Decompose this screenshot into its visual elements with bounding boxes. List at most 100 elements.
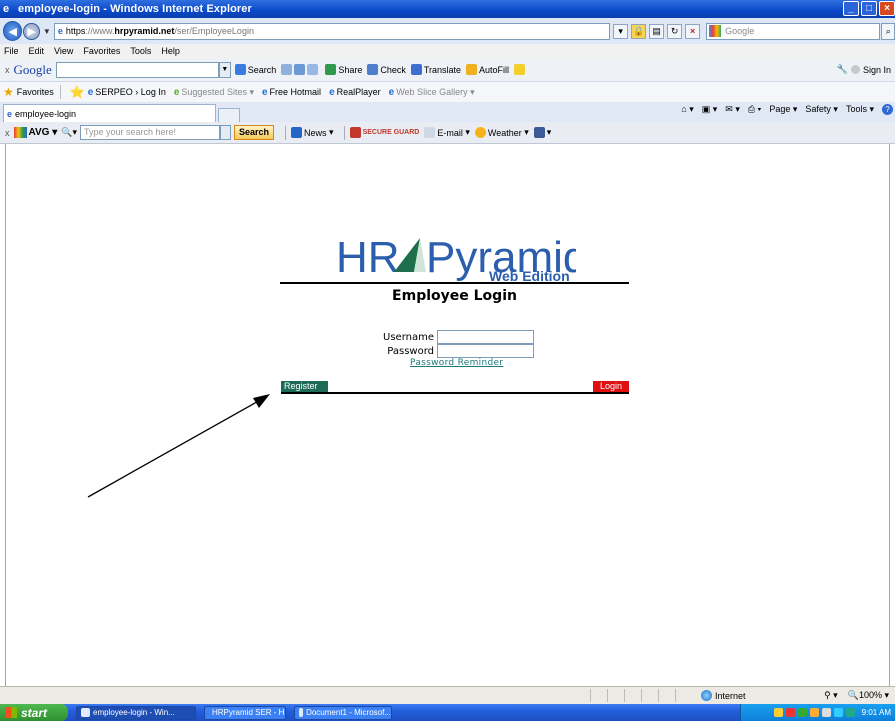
mail-icon[interactable]: ✉ ▾ [725,104,740,115]
favorites-star-icon[interactable]: ★ [3,85,14,99]
shield-icon [349,127,361,138]
avg-secure-guard-button[interactable]: SECURE GUARD [349,127,419,138]
login-button[interactable]: Login [593,381,629,392]
ie-page-icon: e [261,86,268,98]
history-dropdown-icon[interactable]: ▼ [43,27,51,36]
tools-menu-label: Tools [845,104,867,114]
home-icon[interactable]: ⌂ ▾ [681,104,693,115]
menu-view[interactable]: View [54,46,73,56]
refresh-icon[interactable]: ↻ [667,23,683,39]
favorite-web-slice-gallery[interactable]: e Web Slice Gallery ▾ [389,87,475,98]
menu-file[interactable]: File [4,46,19,56]
forward-button[interactable]: ▶ [23,22,40,40]
protected-mode-icon[interactable]: ⚲ ▾ [824,690,838,701]
google-toolbar: x Google ▼ Search Share Check Translate … [0,58,895,82]
sign-in-button[interactable]: 🔧 Sign In [837,64,891,75]
avg-email-button[interactable]: E-mail ▾ [424,127,470,138]
avg-search-button[interactable]: Search [233,125,275,140]
add-favorite-icon[interactable]: ⭐ [70,85,85,99]
avg-toolbar: x AVG ▾ 🔍▾ Type your search here! Search… [0,122,895,144]
register-button[interactable]: Register [281,381,328,392]
page-menu[interactable]: Page ▾ [769,104,797,115]
zoom-button[interactable]: 🔍100% ▾ [848,690,889,701]
translate-label: Translate [423,64,462,75]
tray-icon-volume[interactable] [821,708,831,717]
close-toolbar-icon[interactable]: x [5,65,10,75]
zoom-level: 100% [858,690,882,700]
google-search-button[interactable]: Search [234,64,276,75]
stop-icon[interactable]: × [685,23,701,39]
spellcheck-icon [367,64,379,75]
print-icon[interactable]: ⎙ ▾ [748,104,761,115]
tray-icon-update[interactable] [809,708,819,717]
tray-icon-display[interactable] [845,708,855,717]
tab-employee-login[interactable]: e employee-login [3,104,216,122]
command-bar: ⌂ ▾ ▣ ▾ ✉ ▾ ⎙ ▾ Page ▾ Safety ▾ Tools ▾ … [681,104,893,115]
avg-weather-button[interactable]: Weather ▾ [474,127,529,138]
bookmark-icon [281,64,293,75]
start-button[interactable]: start [0,704,68,721]
translate-button[interactable]: Translate [410,64,462,75]
avg-logo-icon [13,127,27,138]
menu-tools[interactable]: Tools [130,46,151,56]
tray-icon-network[interactable] [773,708,783,717]
feeds-icon[interactable]: ▣ ▾ [702,104,718,115]
address-bar[interactable]: e https://www. hrpyramid.net/ser/Employee… [53,22,611,40]
favorite-realplayer[interactable]: e RealPlayer [329,87,381,98]
favorite-free-hotmail[interactable]: e Free Hotmail [262,87,321,98]
back-button[interactable]: ◀ [3,21,23,41]
safety-menu[interactable]: Safety ▾ [805,104,838,115]
favorite-label: RealPlayer [336,87,381,97]
close-button[interactable]: × [879,1,895,16]
share-label: Share [338,64,363,75]
menu-help[interactable]: Help [161,46,180,56]
help-icon[interactable]: ? [882,104,893,115]
new-tab-button[interactable] [218,108,240,122]
lock-icon[interactable]: 🔒 [631,23,647,39]
check-button[interactable]: Check [367,64,406,75]
tools-menu[interactable]: Tools ▾ [846,104,874,115]
autofill-button[interactable]: AutoFill [466,64,509,75]
google-extra-buttons[interactable] [281,64,320,75]
google-search-input[interactable] [55,61,219,78]
search-go-icon[interactable]: ⌕ [881,22,895,40]
google-dropdown-icon[interactable]: ▼ [218,61,231,78]
search-placeholder: Google [725,26,755,36]
security-zone[interactable]: Internet [701,690,746,701]
maximize-button[interactable]: □ [861,1,877,16]
avg-facebook-button[interactable]: ▾ [533,127,551,138]
avg-search-input[interactable]: Type your search here! [79,125,220,140]
share-button[interactable]: Share [325,64,362,75]
avg-news-button[interactable]: News ▾ [291,127,334,138]
avg-search-options-icon[interactable]: 🔍▾ [61,127,77,138]
username-input[interactable] [437,330,534,344]
taskbar-item-ie[interactable]: employee-login - Win... [76,705,196,720]
search-input[interactable]: Google [706,22,881,40]
favorite-label: SERPEO › Log In [95,87,166,97]
taskbar-item-document[interactable]: Document1 - Microsof... [294,705,392,720]
menu-bar: File Edit View Favorites Tools Help [0,44,895,58]
favorite-serpeo[interactable]: e SERPEO › Log In [88,87,166,98]
menu-edit[interactable]: Edit [29,46,45,56]
favorite-suggested-sites[interactable]: e Suggested Sites ▾ [174,87,254,98]
tray-icon-avg[interactable] [797,708,807,717]
address-dropdown-icon[interactable]: ▾ [613,23,629,39]
highlight-button[interactable] [514,64,527,75]
avg-search-placeholder: Type your search here! [83,127,177,137]
taskbar-item-hrpyramid[interactable]: HRPyramid SER - HR... [204,705,286,720]
system-tray: 9:01 AM [740,704,895,721]
page-icon: e [7,108,13,119]
avg-logo[interactable]: AVG ▾ [13,127,57,138]
compatibility-icon[interactable]: ▤ [649,23,665,39]
tray-icon-security[interactable] [785,708,795,717]
password-input[interactable] [437,344,534,358]
avg-dropdown-icon[interactable] [219,125,231,140]
tray-icon-chat[interactable] [833,708,843,717]
minimize-button[interactable]: _ [843,1,859,16]
close-avg-icon[interactable]: x [5,128,10,138]
password-reminder-link[interactable]: Password Reminder [410,358,503,368]
task-label: Document1 - Microsof... [306,708,391,717]
menu-favorites[interactable]: Favorites [83,46,120,56]
url-prefix: https [65,26,86,36]
favorites-label[interactable]: Favorites [17,87,54,97]
